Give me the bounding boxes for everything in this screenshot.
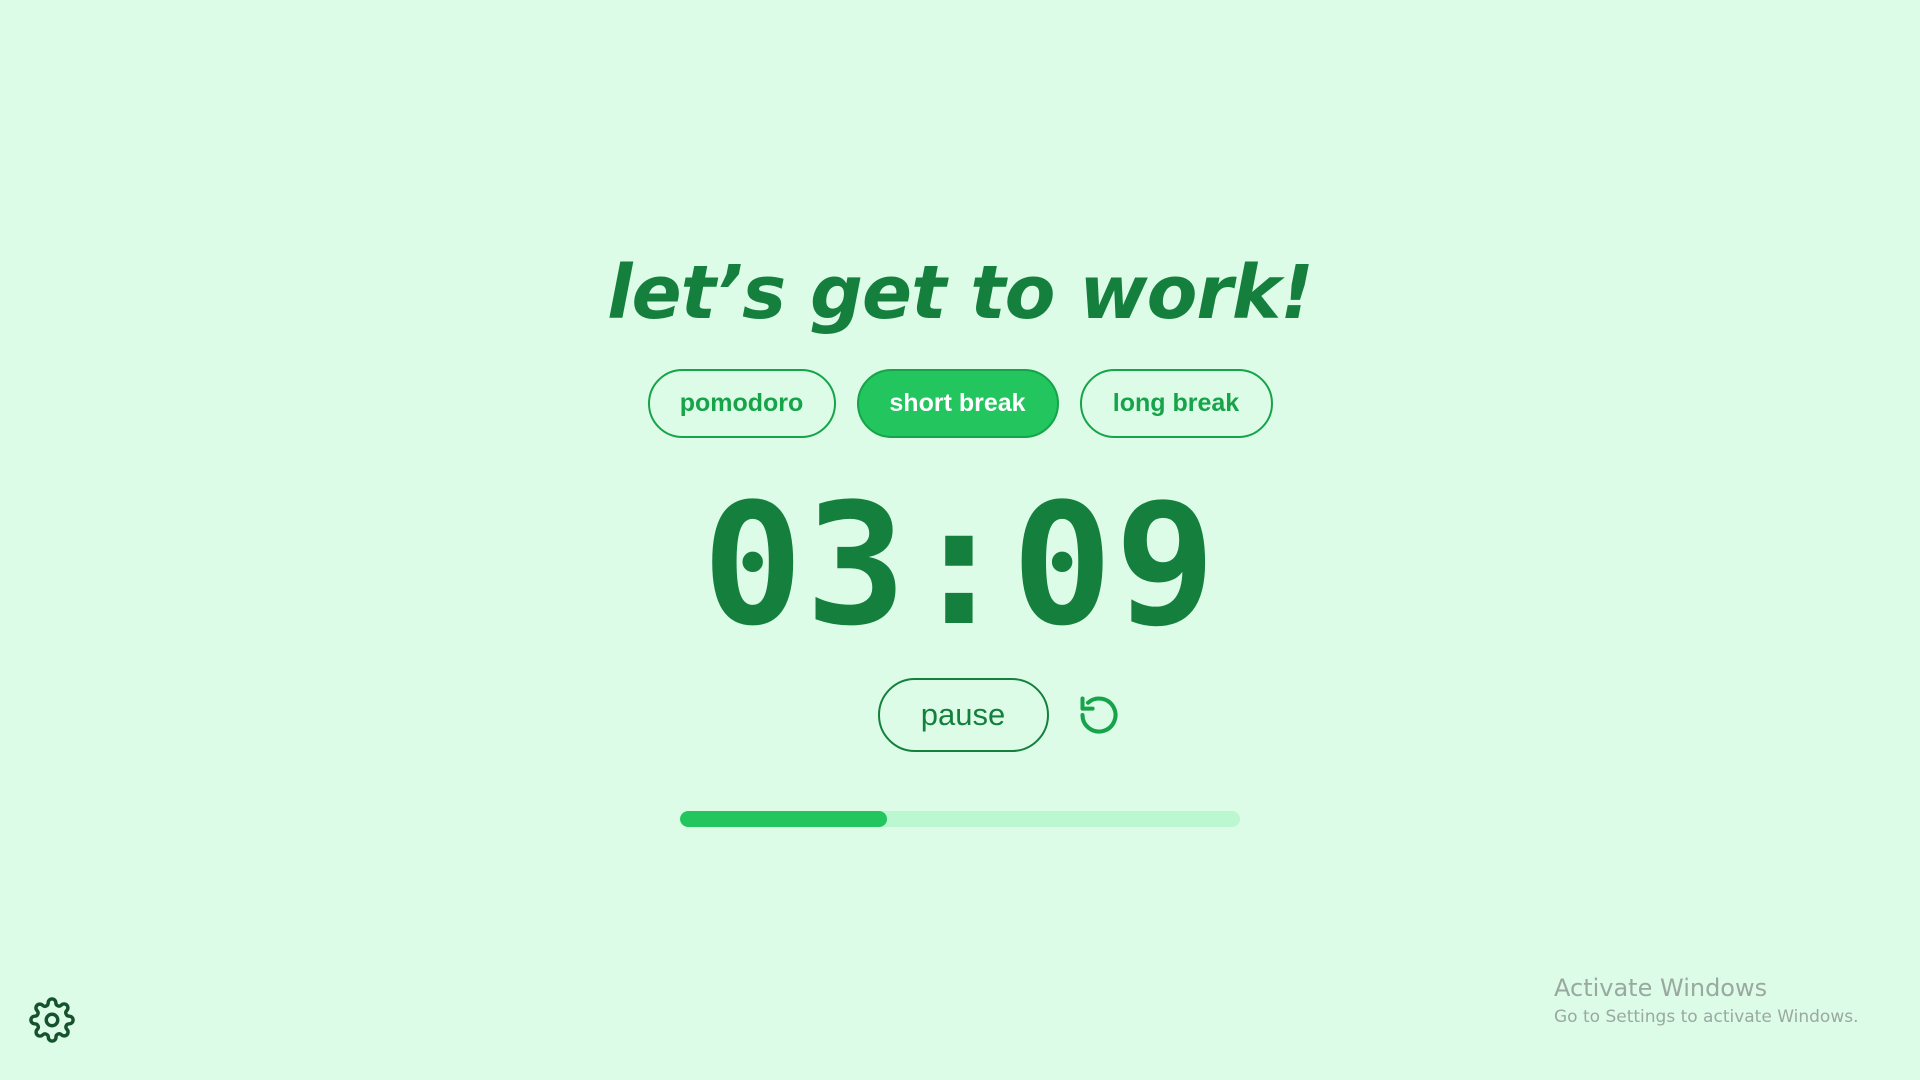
timer-display: 03:09 [702,467,1218,663]
page-title: let’s get to work! [607,250,1314,336]
tab-long-break[interactable]: long break [1079,369,1273,438]
mode-selector: pomodoro short break long break [0,369,1920,438]
gear-icon [29,997,75,1043]
reset-icon [1079,696,1117,734]
settings-button[interactable] [27,995,77,1045]
windows-activation-watermark: Activate Windows Go to Settings to activ… [1554,972,1859,1030]
pomodoro-app: let’s get to work! pomodoro short break … [0,0,1920,1080]
progress-fill [680,811,888,827]
watermark-subtitle: Go to Settings to activate Windows. [1554,1007,1859,1027]
watermark-title: Activate Windows [1554,974,1768,1002]
timer-controls: pause [0,678,1920,752]
reset-button[interactable] [1075,691,1123,739]
progress-bar [680,811,1240,827]
tab-pomodoro[interactable]: pomodoro [647,369,836,438]
pause-button[interactable]: pause [877,678,1049,752]
tab-short-break[interactable]: short break [856,369,1059,438]
